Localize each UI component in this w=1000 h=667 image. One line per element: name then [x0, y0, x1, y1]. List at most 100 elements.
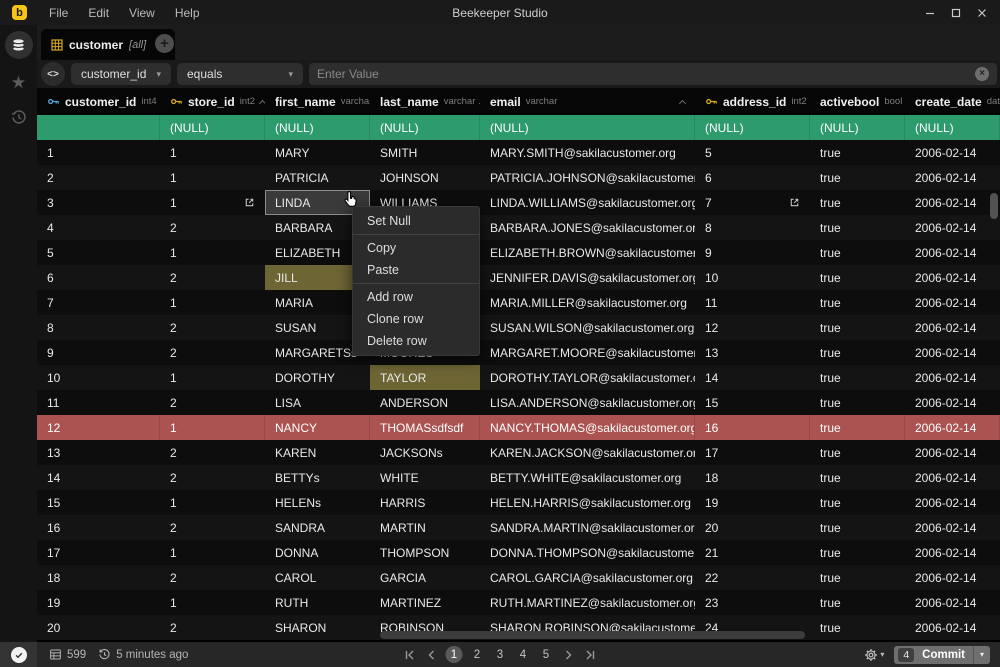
table-cell[interactable]: 1 [160, 415, 265, 440]
table-cell[interactable]: 6 [695, 165, 810, 190]
table-cell[interactable]: 13 [37, 440, 160, 465]
table-cell[interactable]: DOROTHY [265, 365, 370, 390]
table-cell[interactable]: true [810, 540, 905, 565]
table-cell[interactable]: MARY [265, 140, 370, 165]
table-cell[interactable]: 2 [160, 265, 265, 290]
table-cell[interactable]: 15 [37, 490, 160, 515]
table-cell[interactable]: 7 [37, 290, 160, 315]
filter-value-input[interactable]: Enter Value × [309, 63, 997, 85]
table-cell[interactable]: 1 [160, 140, 265, 165]
table-cell[interactable]: 2006-02-14 [905, 465, 1000, 490]
table-cell[interactable]: 18 [695, 465, 810, 490]
table-cell[interactable]: 2 [160, 615, 265, 640]
table-cell[interactable]: RUTH.MARTINEZ@sakilacustomer.org [480, 590, 695, 615]
table-cell[interactable]: true [810, 140, 905, 165]
page-button-3[interactable]: 3 [492, 646, 509, 663]
column-header-customer_id[interactable]: customer_idint4▲ [37, 88, 160, 115]
table-cell[interactable]: true [810, 165, 905, 190]
table-cell[interactable]: 1 [160, 590, 265, 615]
table-cell[interactable]: GARCIA [370, 565, 480, 590]
table-cell[interactable]: 10 [695, 265, 810, 290]
table-cell[interactable]: 2006-02-14 [905, 315, 1000, 340]
table-cell[interactable]: 12 [37, 415, 160, 440]
table-cell[interactable]: LINDA.WILLIAMS@sakilacustomer.org [480, 190, 695, 215]
table-cell[interactable]: 16 [37, 515, 160, 540]
table-cell[interactable]: LISA.ANDERSON@sakilacustomer.org [480, 390, 695, 415]
table-cell[interactable]: true [810, 365, 905, 390]
table-cell[interactable]: 2006-02-14 [905, 515, 1000, 540]
table-cell[interactable]: JACKSONs [370, 440, 480, 465]
table-cell[interactable]: 11 [695, 290, 810, 315]
null-cell[interactable]: (NULL) [160, 115, 265, 140]
table-cell[interactable]: true [810, 290, 905, 315]
favorites-nav-button[interactable]: ★ [11, 73, 26, 93]
table-cell[interactable]: 1 [160, 290, 265, 315]
table-cell[interactable]: 9 [695, 240, 810, 265]
table-cell[interactable]: 23 [695, 590, 810, 615]
table-cell[interactable]: 2006-02-14 [905, 290, 1000, 315]
menu-item-set-null[interactable]: Set Null [353, 210, 479, 232]
table-cell[interactable]: 18 [37, 565, 160, 590]
column-header-email[interactable]: emailvarchar [480, 88, 695, 115]
filter-operator-select[interactable]: equals ▾ [177, 63, 303, 85]
table-cell[interactable]: 14 [37, 465, 160, 490]
table-cell[interactable]: 2006-02-14 [905, 215, 1000, 240]
first-page-button[interactable] [402, 647, 418, 663]
table-cell[interactable]: 11 [37, 390, 160, 415]
menu-view[interactable]: View [129, 6, 155, 20]
table-cell[interactable]: 2 [160, 465, 265, 490]
table-cell[interactable]: MARIA.MILLER@sakilacustomer.org [480, 290, 695, 315]
table-cell[interactable]: JOHNSON [370, 165, 480, 190]
null-cell[interactable] [37, 115, 160, 140]
table-cell[interactable]: true [810, 615, 905, 640]
table-cell[interactable]: 17 [37, 540, 160, 565]
table-cell[interactable]: 2006-02-14 [905, 165, 1000, 190]
table-cell[interactable]: true [810, 265, 905, 290]
column-header-last_name[interactable]: last_namevarchar [370, 88, 480, 115]
table-cell[interactable]: true [810, 565, 905, 590]
column-header-create_date[interactable]: create_datedate [905, 88, 1000, 115]
null-cell[interactable]: (NULL) [905, 115, 1000, 140]
table-cell[interactable]: HELENs [265, 490, 370, 515]
close-window-button[interactable] [976, 7, 988, 19]
null-cell[interactable]: (NULL) [370, 115, 480, 140]
table-cell[interactable]: 2 [160, 565, 265, 590]
table-cell[interactable]: 2006-02-14 [905, 340, 1000, 365]
table-cell[interactable]: 20 [695, 515, 810, 540]
table-cell[interactable]: 2 [160, 215, 265, 240]
table-cell[interactable]: 2 [160, 440, 265, 465]
table-cell[interactable]: HARRIS [370, 490, 480, 515]
table-cell[interactable]: true [810, 240, 905, 265]
table-cell[interactable]: 2006-02-14 [905, 415, 1000, 440]
table-cell[interactable]: 2006-02-14 [905, 565, 1000, 590]
table-cell[interactable]: true [810, 215, 905, 240]
menu-item-delete-row[interactable]: Delete row [353, 330, 479, 352]
table-cell[interactable]: JENNIFER.DAVIS@sakilacustomer.org [480, 265, 695, 290]
null-cell[interactable]: (NULL) [695, 115, 810, 140]
table-cell[interactable]: true [810, 190, 905, 215]
table-cell[interactable]: DONNA [265, 540, 370, 565]
connection-status[interactable] [0, 642, 37, 667]
menu-item-paste[interactable]: Paste [353, 259, 479, 281]
table-cell[interactable]: DOROTHY.TAYLOR@sakilacustomer.org [480, 365, 695, 390]
sort-icon[interactable] [680, 93, 685, 111]
table-cell[interactable]: 7 [695, 190, 810, 215]
table-cell[interactable]: 6 [37, 265, 160, 290]
next-page-button[interactable] [561, 647, 577, 663]
table-cell[interactable]: BETTY.WHITE@sakilacustomer.org [480, 465, 695, 490]
table-cell[interactable]: true [810, 490, 905, 515]
settings-button[interactable]: ▾ [864, 648, 884, 662]
table-cell[interactable]: 10 [37, 365, 160, 390]
page-button-2[interactable]: 2 [469, 646, 486, 663]
table-cell[interactable]: 1 [160, 540, 265, 565]
menu-item-copy[interactable]: Copy [353, 237, 479, 259]
table-cell[interactable]: 8 [695, 215, 810, 240]
table-cell[interactable]: SUSAN.WILSON@sakilacustomer.org [480, 315, 695, 340]
table-cell[interactable]: true [810, 440, 905, 465]
table-cell[interactable]: ANDERSON [370, 390, 480, 415]
table-cell[interactable]: 2 [37, 165, 160, 190]
table-cell[interactable]: LISA [265, 390, 370, 415]
table-cell[interactable]: THOMASsdfsdf [370, 415, 480, 440]
expand-cell-button[interactable] [789, 197, 800, 208]
expand-cell-button[interactable] [244, 197, 255, 208]
